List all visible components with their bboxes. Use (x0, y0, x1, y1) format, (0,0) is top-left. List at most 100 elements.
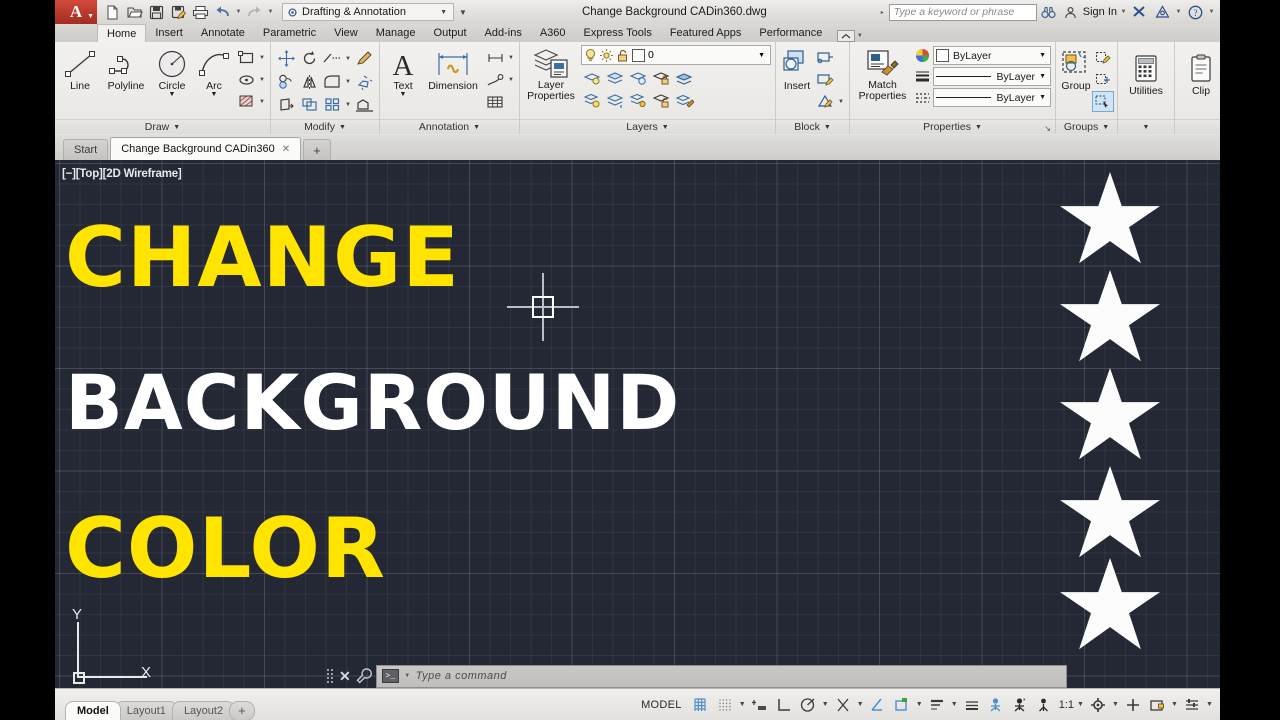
properties-dialog-launcher[interactable]: ↘ (1044, 124, 1051, 133)
chevron-down-icon[interactable]: ▼ (258, 55, 266, 61)
chevron-down-icon[interactable]: ▼ (403, 673, 412, 679)
object-snap-icon[interactable] (832, 694, 854, 716)
chevron-down-icon[interactable]: ▼ (211, 91, 218, 98)
open-drawing-button[interactable] (124, 2, 145, 22)
layer-lock-icon[interactable] (650, 67, 672, 88)
chevron-down-icon[interactable]: ▼ (1111, 701, 1120, 708)
color-combo[interactable]: ByLayer ▼ (933, 46, 1051, 65)
new-layout-button[interactable]: + (229, 700, 255, 720)
search-input[interactable]: Type a keyword or phrase (888, 3, 1037, 21)
chevron-down-icon[interactable]: ▼ (344, 56, 352, 62)
command-input[interactable]: >_ ▼ Type a command (375, 664, 1067, 688)
chevron-down-icon[interactable]: ▼ (344, 79, 352, 85)
layer-unisolate-icon[interactable] (604, 89, 626, 110)
match-properties-button[interactable]: Match Properties (854, 44, 911, 102)
tab-view[interactable]: View (325, 24, 367, 42)
clipboard-button[interactable]: Clip (1179, 50, 1220, 97)
file-tab-change-background[interactable]: Change Background CADin360 ✕ (110, 137, 302, 160)
user-account-icon[interactable] (1061, 2, 1081, 22)
insert-block-button[interactable]: Insert (780, 45, 814, 92)
chevron-down-icon[interactable]: ▼ (1039, 52, 1048, 59)
panel-modify-title[interactable]: Modify ▼ (271, 119, 379, 134)
chevron-down-icon[interactable]: ▼ (821, 701, 830, 708)
table-icon[interactable] (484, 91, 506, 112)
group-selection-on-icon[interactable] (1092, 91, 1114, 112)
layer-on-icon[interactable] (581, 89, 603, 110)
copy-icon[interactable] (275, 71, 297, 92)
file-tab-start[interactable]: Start (63, 139, 109, 160)
current-layer-combo[interactable]: 0 ▼ (581, 45, 771, 65)
plot-button[interactable] (190, 2, 211, 22)
command-line-drag-handle[interactable] (327, 667, 334, 685)
linetype-combo[interactable]: ByLayer ▼ (933, 88, 1051, 107)
rectangle-icon[interactable] (235, 47, 257, 68)
layout-tab-layout1[interactable]: Layout1 (114, 700, 178, 720)
model-space-indicator[interactable]: MODEL (635, 699, 688, 711)
ribbon-minimize-dropdown-icon[interactable]: ▼ (855, 33, 864, 39)
chevron-down-icon[interactable]: ▼ (662, 124, 669, 131)
customization-icon[interactable] (1181, 694, 1203, 716)
lineweight-combo[interactable]: ByLayer ▼ (933, 67, 1051, 86)
panel-block-title[interactable]: Block ▼ (776, 119, 849, 134)
edit-group-icon[interactable] (1092, 47, 1114, 68)
object-snap-tracking-icon[interactable] (867, 694, 889, 716)
dynamic-ucs-icon[interactable] (891, 694, 913, 716)
draw-arc-button[interactable]: Arc ▼ (193, 45, 235, 98)
layout-tab-model[interactable]: Model (65, 700, 121, 720)
array-icon[interactable] (321, 94, 343, 115)
layer-isolate-icon[interactable] (581, 67, 603, 88)
layer-properties-button[interactable]: Layer Properties (524, 44, 578, 102)
draw-polyline-button[interactable]: Polyline (101, 45, 151, 92)
exchange-apps-icon[interactable] (1130, 2, 1150, 22)
utilities-button[interactable]: Utilities (1122, 50, 1170, 97)
tab-output[interactable]: Output (425, 24, 476, 42)
tab-express-tools[interactable]: Express Tools (575, 24, 661, 42)
layer-off-icon[interactable] (627, 67, 649, 88)
fillet-icon[interactable] (321, 71, 343, 92)
polar-tracking-icon[interactable] (797, 694, 819, 716)
undo-button[interactable] (212, 2, 233, 22)
close-icon[interactable]: ✕ (338, 668, 352, 685)
help-icon[interactable]: ? (1185, 2, 1205, 22)
layer-match-icon[interactable] (673, 89, 695, 110)
selection-cycling-icon[interactable] (985, 694, 1007, 716)
tab-insert[interactable]: Insert (146, 24, 192, 42)
panel-layers-title[interactable]: Layers ▼ (520, 119, 775, 134)
ungroup-icon[interactable] (1092, 69, 1114, 90)
ellipse-icon[interactable] (235, 69, 257, 90)
annotation-monitor-icon[interactable] (1009, 694, 1031, 716)
isolate-objects-icon[interactable] (1146, 694, 1168, 716)
help-dropdown-icon[interactable]: ▼ (1207, 9, 1216, 15)
tab-home[interactable]: Home (97, 24, 147, 42)
chevron-down-icon[interactable]: ▼ (173, 124, 180, 131)
panel-groups-title[interactable]: Groups ▼ (1056, 119, 1117, 134)
share-dropdown-icon[interactable]: ▼ (1174, 9, 1183, 15)
workspace-switcher[interactable]: Drafting & Annotation ▼ (282, 3, 454, 21)
edit-block-icon[interactable] (814, 69, 836, 90)
chevron-down-icon[interactable]: ▼ (915, 701, 924, 708)
panel-utilities-title[interactable]: ▼ (1118, 119, 1174, 134)
chevron-down-icon[interactable]: ▼ (400, 91, 407, 98)
layer-merge-icon[interactable] (673, 67, 695, 88)
group-button[interactable]: Group (1060, 45, 1092, 92)
dimension-style-icon[interactable] (484, 47, 506, 68)
explode-icon[interactable] (353, 71, 375, 92)
stretch-icon[interactable] (275, 94, 297, 115)
lineweight-icon[interactable] (926, 694, 948, 716)
chevron-down-icon[interactable]: ▼ (1076, 701, 1085, 708)
tab-a360[interactable]: A360 (531, 24, 575, 42)
chevron-down-icon[interactable]: ▼ (1039, 94, 1048, 101)
chevron-down-icon[interactable]: ▼ (169, 91, 176, 98)
chevron-down-icon[interactable]: ▼ (758, 52, 768, 59)
tab-addins[interactable]: Add-ins (476, 24, 531, 42)
drawing-viewport[interactable]: [−][Top][2D Wireframe] CHANGE BACKGROUND… (55, 160, 1220, 688)
chevron-down-icon[interactable]: ▼ (258, 99, 266, 105)
chevron-down-icon[interactable]: ▼ (824, 124, 831, 131)
draw-circle-button[interactable]: Circle ▼ (151, 45, 193, 98)
chevron-down-icon[interactable]: ▼ (1143, 124, 1150, 131)
chevron-down-icon[interactable]: ▼ (473, 124, 480, 131)
ortho-mode-icon[interactable] (773, 694, 795, 716)
chevron-down-icon[interactable]: ▼ (436, 9, 451, 16)
panel-draw-title[interactable]: Draw ▼ (55, 119, 270, 134)
save-button[interactable] (146, 2, 167, 22)
